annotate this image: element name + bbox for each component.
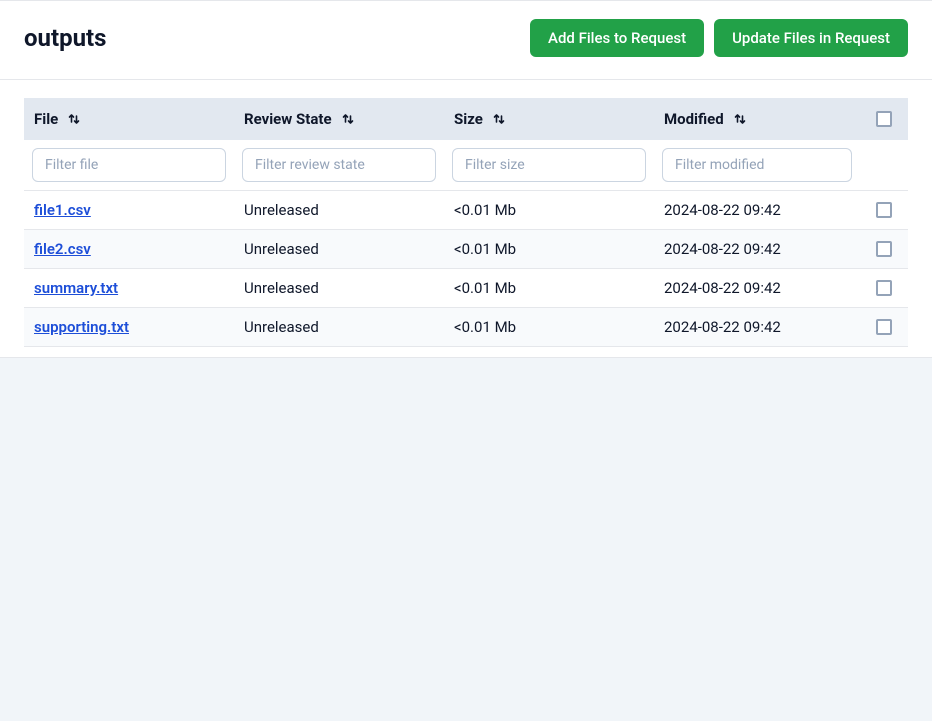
column-header-modified[interactable]: Modified	[664, 110, 746, 128]
column-label-modified: Modified	[664, 110, 724, 128]
header-actions: Add Files to Request Update Files in Req…	[530, 19, 908, 57]
table-container: File Review State	[0, 80, 932, 357]
add-files-button[interactable]: Add Files to Request	[530, 19, 704, 57]
sort-icon	[734, 112, 746, 126]
header: outputs Add Files to Request Update File…	[0, 0, 932, 80]
file-link[interactable]: supporting.txt	[34, 318, 129, 336]
sort-icon	[342, 112, 354, 126]
update-files-button[interactable]: Update Files in Request	[714, 19, 908, 57]
row-checkbox[interactable]	[876, 319, 892, 335]
files-table: File Review State	[24, 98, 908, 347]
file-link[interactable]: file1.csv	[34, 201, 91, 219]
size-cell: <0.01 Mb	[444, 308, 654, 347]
size-cell: <0.01 Mb	[444, 269, 654, 308]
table-header-row: File Review State	[24, 98, 908, 140]
column-label-file: File	[34, 110, 58, 128]
filter-row	[24, 140, 908, 191]
size-cell: <0.01 Mb	[444, 230, 654, 269]
review-state-cell: Unreleased	[234, 230, 444, 269]
column-header-review-state[interactable]: Review State	[244, 110, 354, 128]
table-row: supporting.txt Unreleased <0.01 Mb 2024-…	[24, 308, 908, 347]
row-checkbox[interactable]	[876, 280, 892, 296]
filter-review-state-input[interactable]	[242, 148, 436, 182]
modified-cell: 2024-08-22 09:42	[654, 230, 860, 269]
column-header-file[interactable]: File	[34, 110, 80, 128]
select-all-checkbox[interactable]	[876, 111, 892, 127]
modified-cell: 2024-08-22 09:42	[654, 308, 860, 347]
file-link[interactable]: file2.csv	[34, 240, 91, 258]
filter-size-input[interactable]	[452, 148, 646, 182]
row-checkbox[interactable]	[876, 202, 892, 218]
column-label-review-state: Review State	[244, 110, 332, 128]
filter-modified-input[interactable]	[662, 148, 852, 182]
size-cell: <0.01 Mb	[444, 191, 654, 230]
column-label-size: Size	[454, 110, 483, 128]
table-row: file1.csv Unreleased <0.01 Mb 2024-08-22…	[24, 191, 908, 230]
review-state-cell: Unreleased	[234, 191, 444, 230]
sort-icon	[493, 112, 505, 126]
modified-cell: 2024-08-22 09:42	[654, 191, 860, 230]
row-checkbox[interactable]	[876, 241, 892, 257]
review-state-cell: Unreleased	[234, 269, 444, 308]
modified-cell: 2024-08-22 09:42	[654, 269, 860, 308]
table-body: file1.csv Unreleased <0.01 Mb 2024-08-22…	[24, 191, 908, 347]
page-title: outputs	[24, 24, 107, 52]
table-row: file2.csv Unreleased <0.01 Mb 2024-08-22…	[24, 230, 908, 269]
sort-icon	[68, 112, 80, 126]
table-row: summary.txt Unreleased <0.01 Mb 2024-08-…	[24, 269, 908, 308]
file-link[interactable]: summary.txt	[34, 279, 118, 297]
page-container: outputs Add Files to Request Update File…	[0, 0, 932, 358]
column-header-size[interactable]: Size	[454, 110, 505, 128]
review-state-cell: Unreleased	[234, 308, 444, 347]
filter-file-input[interactable]	[32, 148, 226, 182]
